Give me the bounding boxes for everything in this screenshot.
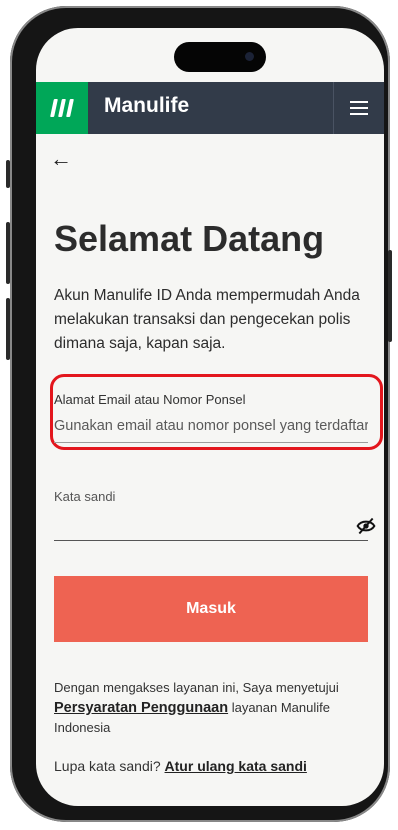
login-button[interactable]: Masuk <box>54 576 368 642</box>
forgot-password: Lupa kata sandi? Atur ulang kata sandi <box>54 758 307 774</box>
phone-frame: Manulife ← Selamat Datang Akun Manulife … <box>10 6 390 822</box>
dynamic-island <box>174 42 266 72</box>
password-field-label: Kata sandi <box>54 489 116 504</box>
intro-text: Akun Manulife ID Anda mempermudah Anda m… <box>54 287 360 352</box>
volume-down-button <box>6 298 10 360</box>
camera-icon <box>245 52 254 61</box>
terms-prefix: Dengan mengakses layanan ini, Saya menye… <box>54 680 339 695</box>
reset-password-link[interactable]: Atur ulang kata sandi <box>165 758 307 774</box>
email-field-highlight <box>50 374 383 450</box>
email-field-label: Alamat Email atau Nomor Ponsel <box>54 392 246 407</box>
phone-screen: Manulife ← Selamat Datang Akun Manulife … <box>36 28 384 806</box>
eye-slash-icon[interactable] <box>356 516 376 536</box>
app-header: Manulife <box>36 82 384 134</box>
mute-switch <box>6 160 10 188</box>
page-title: Selamat Datang <box>54 218 325 259</box>
power-button <box>388 250 392 342</box>
password-field[interactable] <box>54 540 368 541</box>
email-field[interactable] <box>54 418 368 434</box>
manulife-logo-icon[interactable] <box>36 82 88 134</box>
forgot-prefix: Lupa kata sandi? <box>54 758 161 774</box>
email-field-underline <box>54 442 368 443</box>
brand-name: Manulife <box>104 94 190 117</box>
hamburger-menu-icon[interactable] <box>333 82 384 134</box>
volume-up-button <box>6 222 10 284</box>
back-arrow-icon[interactable]: ← <box>50 146 72 172</box>
terms-text: Dengan mengakses layanan ini, Saya menye… <box>54 678 372 738</box>
terms-link[interactable]: Persyaratan Penggunaan <box>54 700 228 716</box>
